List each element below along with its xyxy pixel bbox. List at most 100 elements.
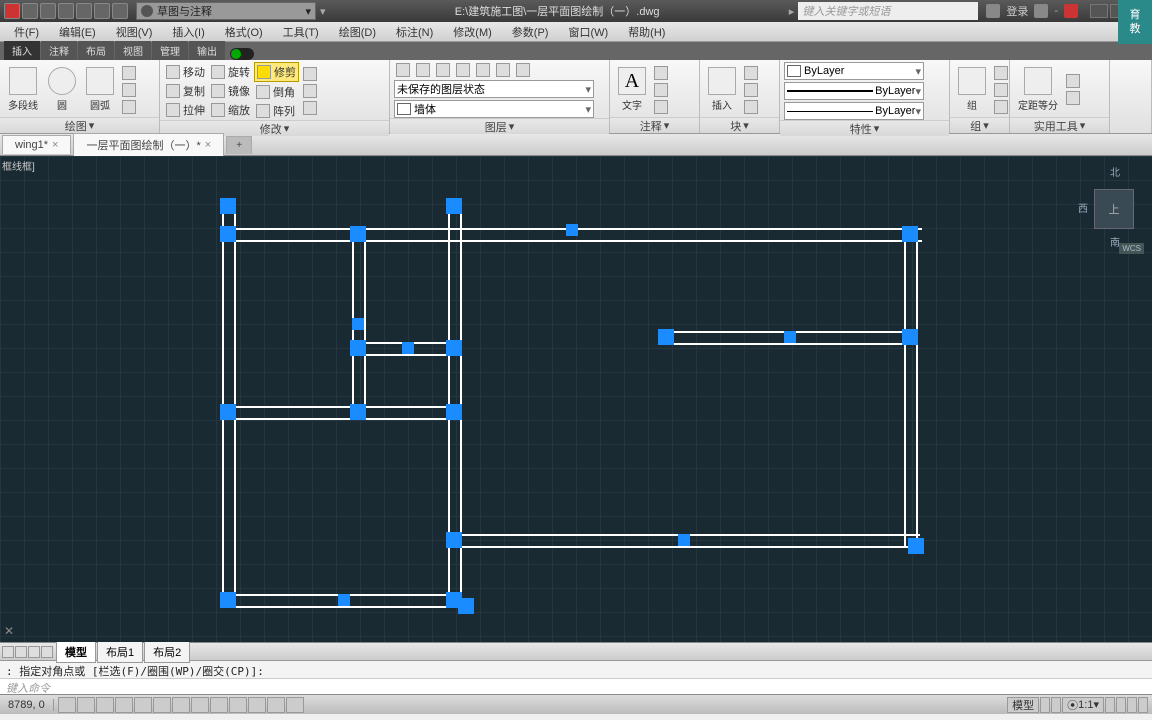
menu-draw[interactable]: 绘图(D) (329, 24, 386, 40)
new-icon[interactable] (22, 3, 38, 19)
grid-toggle[interactable] (77, 697, 95, 713)
stretch-button[interactable]: 拉伸 (164, 101, 207, 119)
color-dropdown[interactable]: ByLayer▾ (784, 62, 924, 80)
app-menu-icon[interactable] (4, 3, 20, 19)
grip[interactable] (908, 538, 924, 554)
fillet-button[interactable]: 倒角 (254, 83, 299, 101)
grip[interactable] (446, 198, 462, 214)
grip[interactable] (458, 598, 474, 614)
layer-btn-2[interactable] (414, 62, 432, 78)
drawing-canvas[interactable]: 框线框] 北 西 南 上 WCS (0, 156, 1152, 642)
menu-dim[interactable]: 标注(N) (386, 24, 443, 40)
save-icon[interactable] (58, 3, 74, 19)
table-btn[interactable] (652, 99, 670, 115)
chevron-down-icon[interactable]: ▾ (664, 119, 670, 132)
am-toggle[interactable] (286, 697, 304, 713)
arc-button[interactable]: 圆弧 (82, 65, 118, 114)
modify-more-3[interactable] (301, 100, 319, 116)
grip[interactable] (350, 226, 366, 242)
wcs-label[interactable]: WCS (1119, 243, 1144, 254)
menu-tools[interactable]: 工具(T) (273, 24, 329, 40)
chevron-down-icon[interactable]: ▾ (983, 119, 989, 132)
ribbon-tab-output[interactable]: 输出 (189, 41, 225, 60)
layout-tab-1[interactable]: 布局1 (97, 641, 143, 663)
move-button[interactable]: 移动 (164, 63, 207, 81)
exchange-icon[interactable] (1034, 4, 1048, 18)
signin-icon[interactable] (986, 4, 1000, 18)
layer-btn-5[interactable] (474, 62, 492, 78)
draw-small-1[interactable] (120, 65, 138, 81)
group-button[interactable]: 组 (954, 65, 990, 114)
grip[interactable] (220, 592, 236, 608)
status-icon-5[interactable] (1127, 697, 1137, 713)
menu-file[interactable]: 件(F) (4, 24, 49, 40)
trim-button[interactable]: 修剪 (254, 62, 299, 82)
model-button[interactable]: 模型 (1007, 697, 1039, 713)
menu-help[interactable]: 帮助(H) (618, 24, 675, 40)
redo-icon[interactable] (112, 3, 128, 19)
block-btn-3[interactable] (742, 99, 760, 115)
grip[interactable] (352, 318, 364, 330)
ribbon-tab-annotate[interactable]: 注释 (41, 41, 77, 60)
grip[interactable] (402, 342, 414, 354)
menu-insert[interactable]: 插入(I) (162, 24, 214, 40)
leader-btn[interactable] (652, 82, 670, 98)
layer-state-dropdown[interactable]: 未保存的图层状态▾ (394, 80, 594, 98)
grip[interactable] (446, 532, 462, 548)
ortho-toggle[interactable] (96, 697, 114, 713)
ribbon-tab-view[interactable]: 视图 (115, 41, 151, 60)
view-cube[interactable]: 北 西 南 上 WCS (1084, 164, 1144, 254)
scale-button[interactable]: 缩放 (209, 101, 252, 119)
layer-btn-1[interactable] (394, 62, 412, 78)
ribbon-tab-manage[interactable]: 管理 (152, 41, 188, 60)
nav-prev-icon[interactable] (15, 646, 27, 658)
grip[interactable] (678, 534, 690, 546)
print-icon[interactable] (76, 3, 92, 19)
annoscale-dropdown[interactable]: ⦿ 1:1 ▾ (1062, 697, 1104, 713)
chevron-down-icon[interactable]: ▾ (1080, 119, 1086, 132)
block-btn-1[interactable] (742, 65, 760, 81)
dim-btn[interactable] (652, 65, 670, 81)
lineweight-dropdown[interactable]: ByLayer▾ (784, 82, 924, 100)
copy-button[interactable]: 复制 (164, 82, 207, 100)
grp-1[interactable] (992, 65, 1010, 81)
lwt-toggle[interactable] (210, 697, 228, 713)
draw-small-3[interactable] (120, 99, 138, 115)
undo-icon[interactable] (94, 3, 110, 19)
chevron-down-icon[interactable]: ▾ (874, 122, 880, 135)
menu-param[interactable]: 参数(P) (502, 24, 559, 40)
minimize-button[interactable] (1090, 4, 1108, 18)
util-1[interactable] (1064, 73, 1082, 89)
menu-modify[interactable]: 修改(M) (443, 24, 502, 40)
status-icon-4[interactable] (1116, 697, 1126, 713)
grip[interactable] (350, 404, 366, 420)
nav-first-icon[interactable] (2, 646, 14, 658)
nav-next-icon[interactable] (28, 646, 40, 658)
status-icon-3[interactable] (1105, 697, 1115, 713)
grip[interactable] (902, 329, 918, 345)
text-button[interactable]: A文字 (614, 65, 650, 114)
grip[interactable] (220, 198, 236, 214)
osnap-toggle[interactable] (134, 697, 152, 713)
grip[interactable] (446, 404, 462, 420)
viewcube-top[interactable]: 上 (1094, 189, 1134, 229)
workspace-dropdown[interactable]: 草图与注释 ▾ (136, 2, 316, 20)
close-icon[interactable]: × (52, 139, 58, 151)
grip[interactable] (784, 331, 796, 343)
ribbon-tab-layout[interactable]: 布局 (78, 41, 114, 60)
otrack-toggle[interactable] (153, 697, 171, 713)
grp-3[interactable] (992, 99, 1010, 115)
grip[interactable] (350, 340, 366, 356)
layer-btn-4[interactable] (454, 62, 472, 78)
command-input[interactable]: 键入命令 (0, 678, 1152, 694)
grip[interactable] (220, 226, 236, 242)
rotate-button[interactable]: 旋转 (209, 63, 252, 81)
block-btn-2[interactable] (742, 82, 760, 98)
grip[interactable] (902, 226, 918, 242)
layer-filter-dropdown[interactable]: 墙体▾ (394, 100, 594, 118)
grip[interactable] (338, 594, 350, 606)
layer-btn-3[interactable] (434, 62, 452, 78)
nav-last-icon[interactable] (41, 646, 53, 658)
circle-button[interactable]: 圆 (44, 65, 80, 114)
doc-tab-1[interactable]: wing1*× (2, 135, 71, 154)
